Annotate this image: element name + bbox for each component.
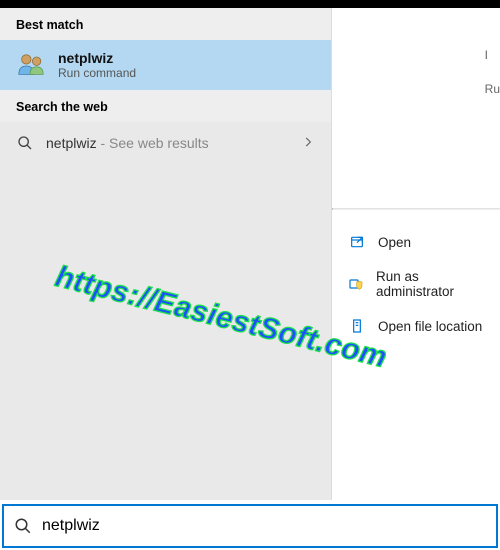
action-open-location[interactable]: Open file location [332, 308, 500, 344]
right-details-pane: I Ru Open Run [332, 8, 500, 500]
right-edge-line1: I [485, 48, 500, 62]
best-match-title: netplwiz [58, 50, 136, 66]
web-result-query: netplwiz [46, 135, 97, 151]
actions-list: Open Run as administrator Open file l [332, 210, 500, 344]
search-web-header: Search the web [0, 90, 331, 122]
web-result-suffix: - See web results [97, 135, 209, 151]
search-icon [16, 134, 34, 152]
right-preview-area: I Ru [332, 8, 500, 208]
web-search-result[interactable]: netplwiz - See web results [0, 122, 331, 164]
right-edge-text: I Ru [485, 48, 500, 96]
window-titlebar [0, 0, 500, 8]
best-match-header: Best match [0, 8, 331, 40]
search-icon [14, 517, 32, 535]
search-results-panel: Best match netplwiz Run command Search t… [0, 8, 500, 500]
file-location-icon [348, 317, 366, 335]
admin-shield-icon [348, 275, 364, 293]
best-match-subtitle: Run command [58, 66, 136, 80]
open-icon [348, 233, 366, 251]
search-input[interactable] [42, 517, 486, 535]
web-result-text: netplwiz - See web results [46, 135, 289, 151]
left-results-pane: Best match netplwiz Run command Search t… [0, 8, 332, 500]
action-open[interactable]: Open [332, 224, 500, 260]
best-match-text: netplwiz Run command [58, 50, 136, 80]
chevron-right-icon [301, 135, 315, 152]
action-location-label: Open file location [378, 319, 482, 334]
left-pane-fill [0, 164, 331, 500]
best-match-result[interactable]: netplwiz Run command [0, 40, 331, 90]
right-edge-line2: Ru [485, 82, 500, 96]
action-open-label: Open [378, 235, 411, 250]
user-accounts-icon [16, 50, 46, 80]
action-admin-label: Run as administrator [376, 269, 484, 299]
action-run-admin[interactable]: Run as administrator [332, 260, 500, 308]
search-bar[interactable] [2, 504, 498, 548]
